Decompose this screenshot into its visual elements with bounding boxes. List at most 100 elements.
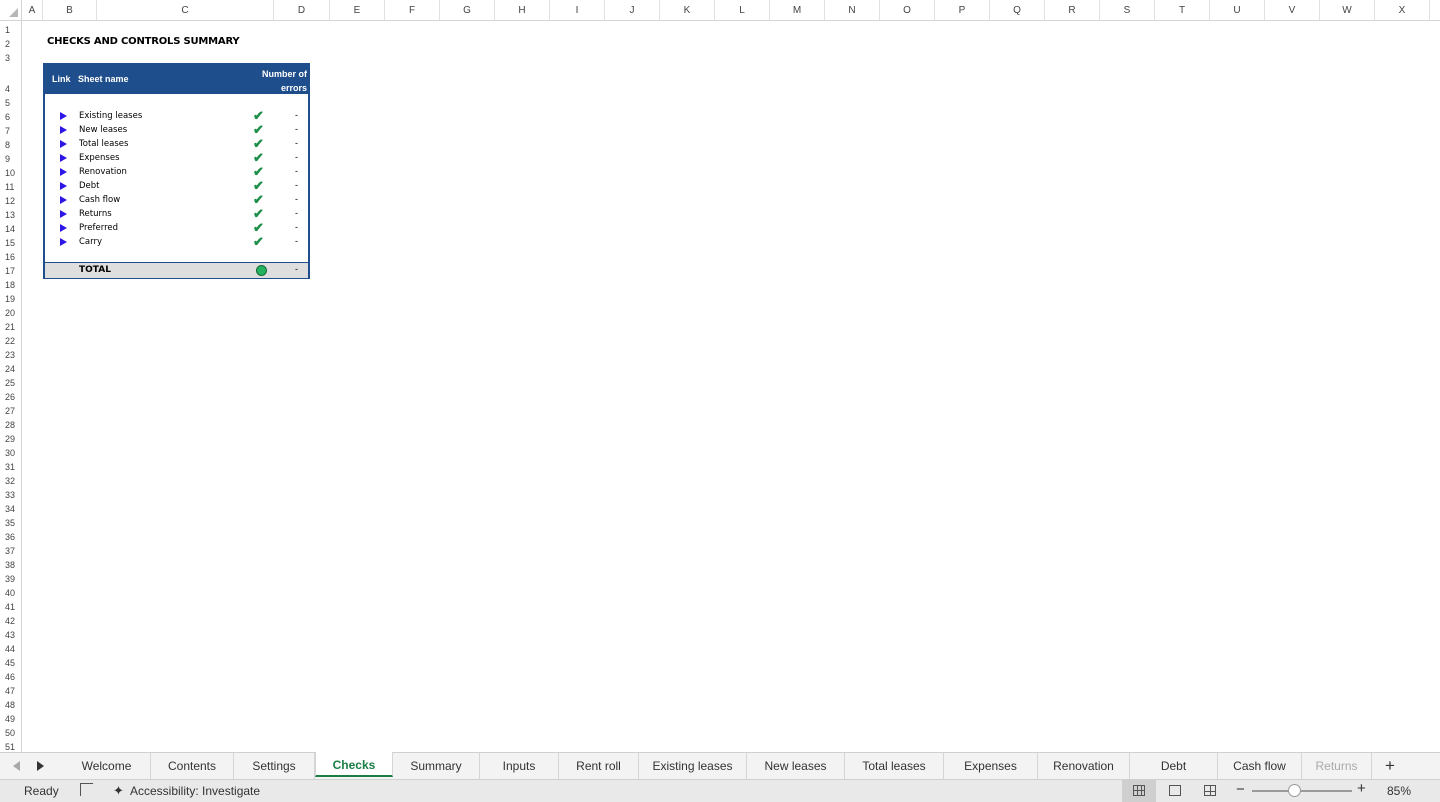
row-header-cell[interactable]: 9: [0, 152, 21, 166]
sheet-tab[interactable]: Rent roll: [559, 753, 639, 779]
row-header-cell[interactable]: 35: [0, 516, 21, 530]
row-header-cell[interactable]: 15: [0, 236, 21, 250]
row-header-cell[interactable]: 21: [0, 320, 21, 334]
sheet-tab[interactable]: Cash flow: [1218, 753, 1302, 779]
sheet-tab[interactable]: Contents: [151, 753, 234, 779]
row-header-cell[interactable]: 4: [0, 82, 21, 96]
column-header-cell[interactable]: K: [660, 0, 715, 20]
row-header-cell[interactable]: 6: [0, 110, 21, 124]
row-header-cell[interactable]: 3: [0, 51, 21, 65]
row-header-cell[interactable]: 7: [0, 124, 21, 138]
sheet-tab[interactable]: Checks: [315, 752, 393, 777]
select-all-corner[interactable]: [0, 0, 22, 20]
column-header-cell[interactable]: D: [274, 0, 330, 20]
column-header-cell[interactable]: B: [43, 0, 97, 20]
row-header-cell[interactable]: 24: [0, 362, 21, 376]
column-header-cell[interactable]: E: [330, 0, 385, 20]
zoom-level[interactable]: 85%: [1387, 784, 1411, 798]
link-arrow-icon[interactable]: [60, 168, 67, 176]
column-header-cell[interactable]: V: [1265, 0, 1320, 20]
column-header-cell[interactable]: W: [1320, 0, 1375, 20]
column-header-cell[interactable]: P: [935, 0, 990, 20]
row-header-cell[interactable]: 45: [0, 656, 21, 670]
column-header-cell[interactable]: A: [22, 0, 43, 20]
column-header-cell[interactable]: S: [1100, 0, 1155, 20]
macro-record-icon[interactable]: [80, 783, 93, 796]
row-header-cell[interactable]: 31: [0, 460, 21, 474]
row-header-cell[interactable]: 23: [0, 348, 21, 362]
sheet-tab[interactable]: Inputs: [480, 753, 559, 779]
sheet-tab[interactable]: Settings: [234, 753, 315, 779]
row-header-cell[interactable]: 20: [0, 306, 21, 320]
sheet-tab[interactable]: Total leases: [845, 753, 944, 779]
sheet-tab[interactable]: Welcome: [63, 753, 151, 779]
row-header-cell[interactable]: 42: [0, 614, 21, 628]
page-break-button[interactable]: [1193, 780, 1227, 802]
row-header-cell[interactable]: 48: [0, 698, 21, 712]
row-header-cell[interactable]: 14: [0, 222, 21, 236]
link-arrow-icon[interactable]: [60, 182, 67, 190]
row-header-cell[interactable]: 11: [0, 180, 21, 194]
column-header-cell[interactable]: N: [825, 0, 880, 20]
row-header-cell[interactable]: 28: [0, 418, 21, 432]
sheet-tab[interactable]: Existing leases: [639, 753, 747, 779]
link-arrow-icon[interactable]: [60, 126, 67, 134]
column-header-cell[interactable]: R: [1045, 0, 1100, 20]
row-header-cell[interactable]: 49: [0, 712, 21, 726]
column-header-cell[interactable]: T: [1155, 0, 1210, 20]
row-header-cell[interactable]: 26: [0, 390, 21, 404]
column-header-cell[interactable]: X: [1375, 0, 1430, 20]
row-header-cell[interactable]: 19: [0, 292, 21, 306]
row-header-cell[interactable]: 39: [0, 572, 21, 586]
sheet-tab[interactable]: Summary: [393, 753, 480, 779]
column-header-cell[interactable]: L: [715, 0, 770, 20]
prev-sheet-icon[interactable]: [13, 761, 20, 771]
row-header-cell[interactable]: 10: [0, 166, 21, 180]
row-header-cell[interactable]: 34: [0, 502, 21, 516]
column-header-cell[interactable]: Y: [1430, 0, 1440, 20]
row-header-cell[interactable]: 47: [0, 684, 21, 698]
row-header-cell[interactable]: 22: [0, 334, 21, 348]
row-header-cell[interactable]: 27: [0, 404, 21, 418]
row-header-cell[interactable]: 32: [0, 474, 21, 488]
row-header-cell[interactable]: 40: [0, 586, 21, 600]
accessibility-status[interactable]: Accessibility: Investigate: [130, 784, 260, 798]
column-header-cell[interactable]: Q: [990, 0, 1045, 20]
row-header-cell[interactable]: 25: [0, 376, 21, 390]
row-header-cell[interactable]: 16: [0, 250, 21, 264]
row-header-cell[interactable]: 50: [0, 726, 21, 740]
column-header-cell[interactable]: G: [440, 0, 495, 20]
column-header-cell[interactable]: C: [97, 0, 274, 20]
row-header-cell[interactable]: 18: [0, 278, 21, 292]
link-arrow-icon[interactable]: [60, 154, 67, 162]
zoom-slider-thumb[interactable]: [1288, 784, 1301, 797]
normal-view-button[interactable]: [1122, 780, 1156, 802]
row-header-cell[interactable]: 29: [0, 432, 21, 446]
column-header-cell[interactable]: J: [605, 0, 660, 20]
zoom-in-button[interactable]: +: [1357, 780, 1366, 797]
sheet-tab[interactable]: Renovation: [1038, 753, 1130, 779]
row-header-cell[interactable]: 8: [0, 138, 21, 152]
column-header-cell[interactable]: H: [495, 0, 550, 20]
row-header-cell[interactable]: 44: [0, 642, 21, 656]
sheet-tab[interactable]: Returns: [1302, 753, 1372, 779]
link-arrow-icon[interactable]: [60, 196, 67, 204]
row-header-cell[interactable]: 12: [0, 194, 21, 208]
row-header-cell[interactable]: 5: [0, 96, 21, 110]
row-header-cell[interactable]: 36: [0, 530, 21, 544]
link-arrow-icon[interactable]: [60, 140, 67, 148]
page-layout-button[interactable]: [1158, 780, 1192, 802]
row-header-cell[interactable]: 43: [0, 628, 21, 642]
zoom-slider-track[interactable]: [1252, 790, 1352, 792]
row-header-cell[interactable]: 33: [0, 488, 21, 502]
row-header-cell[interactable]: 30: [0, 446, 21, 460]
zoom-out-button[interactable]: −: [1236, 781, 1245, 798]
row-header-cell[interactable]: 17: [0, 264, 21, 278]
column-header-cell[interactable]: I: [550, 0, 605, 20]
accessibility-icon[interactable]: ✦: [113, 783, 124, 799]
row-header-cell[interactable]: 46: [0, 670, 21, 684]
sheet-tab[interactable]: New leases: [747, 753, 845, 779]
sheet-tab[interactable]: Debt: [1130, 753, 1218, 779]
column-header-cell[interactable]: O: [880, 0, 935, 20]
link-arrow-icon[interactable]: [60, 224, 67, 232]
